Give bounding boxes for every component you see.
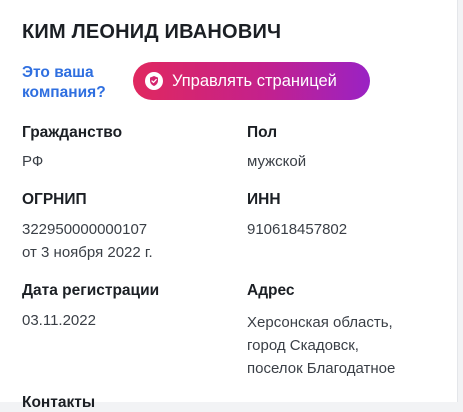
ogrnip-value: 322950000000107: [22, 221, 148, 238]
gender-value: мужской: [247, 153, 307, 170]
ogrnip-date: от 3 ноября 2022 г.: [22, 244, 153, 261]
gender-label: Пол: [247, 124, 278, 141]
inn-value: 910618457802: [247, 221, 348, 238]
contacts-heading: Контакты: [22, 394, 96, 411]
manage-page-button-label: Управлять страницей: [172, 71, 337, 90]
registration-date-label: Дата регистрации: [22, 282, 160, 299]
address-line-2: город Скадовск,: [247, 337, 359, 354]
address-label: Адрес: [247, 282, 295, 299]
ogrnip-label: ОГРНИП: [22, 191, 87, 208]
address-line-1: Херсонская область,: [247, 314, 393, 331]
shield-check-icon: [145, 72, 163, 90]
is-your-company-link[interactable]: Это ваша компания?: [22, 63, 132, 103]
manage-page-button[interactable]: Управлять страницей: [133, 62, 370, 100]
citizenship-label: Гражданство: [22, 124, 123, 141]
entity-card: КИМ ЛЕОНИД ИВАНОВИЧ Это ваша компания? У…: [0, 0, 458, 411]
citizenship-value: РФ: [22, 153, 44, 170]
entity-title: КИМ ЛЕОНИД ИВАНОВИЧ: [22, 21, 282, 43]
inn-label: ИНН: [247, 191, 281, 208]
address-line-3: поселок Благодатное: [247, 360, 396, 377]
registration-date-value: 03.11.2022: [22, 312, 96, 329]
